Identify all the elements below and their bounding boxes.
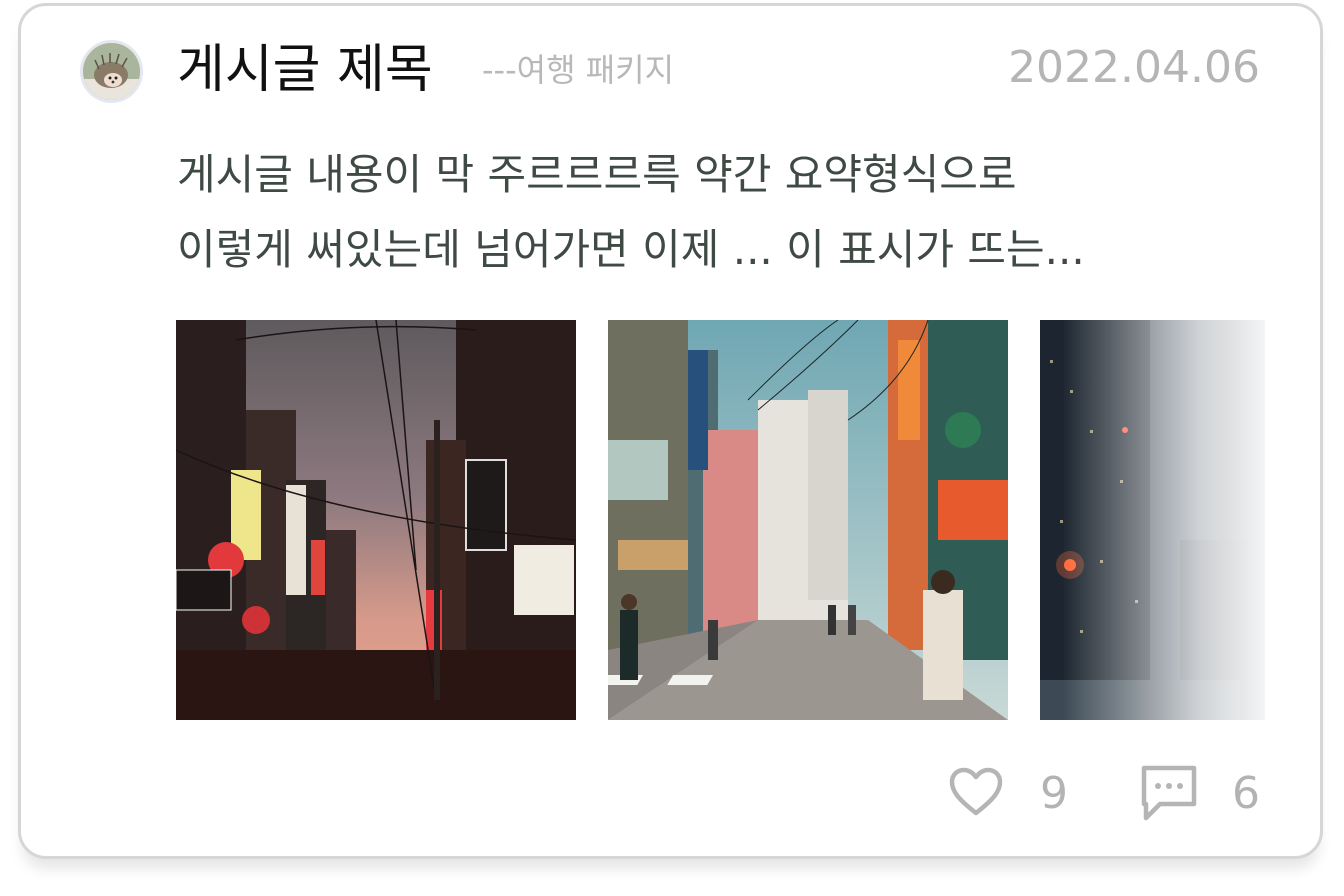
post-category: ---여행 패키지 <box>482 51 675 89</box>
post-date: 2022.04.06 <box>1008 42 1260 93</box>
photo-strip[interactable] <box>176 320 1265 720</box>
comment-icon[interactable] <box>1140 764 1198 824</box>
summary-line-1: 게시글 내용이 막 주르르르륵 약간 요약형식으로 <box>177 150 1017 199</box>
comment-count: 6 <box>1232 768 1260 819</box>
night-street-photo[interactable] <box>176 320 576 720</box>
post-summary[interactable]: 게시글 내용이 막 주르르르륵 약간 요약형식으로 이렇게 써있는데 넘어가면 … <box>177 148 1187 277</box>
post-stats: 9 6 <box>940 760 1270 830</box>
summary-line-2: 이렇게 써있는데 넘어가면 이제 ... 이 표시가 뜨는... <box>177 225 1085 274</box>
heart-icon[interactable] <box>948 765 1004 821</box>
hedgehog-avatar-icon <box>83 43 140 100</box>
author-avatar[interactable] <box>80 40 143 103</box>
city-towers-photo[interactable] <box>1040 320 1265 720</box>
like-count: 9 <box>1040 768 1068 819</box>
post-title[interactable]: 게시글 제목 <box>177 36 433 104</box>
shopping-street-photo[interactable] <box>608 320 1008 720</box>
